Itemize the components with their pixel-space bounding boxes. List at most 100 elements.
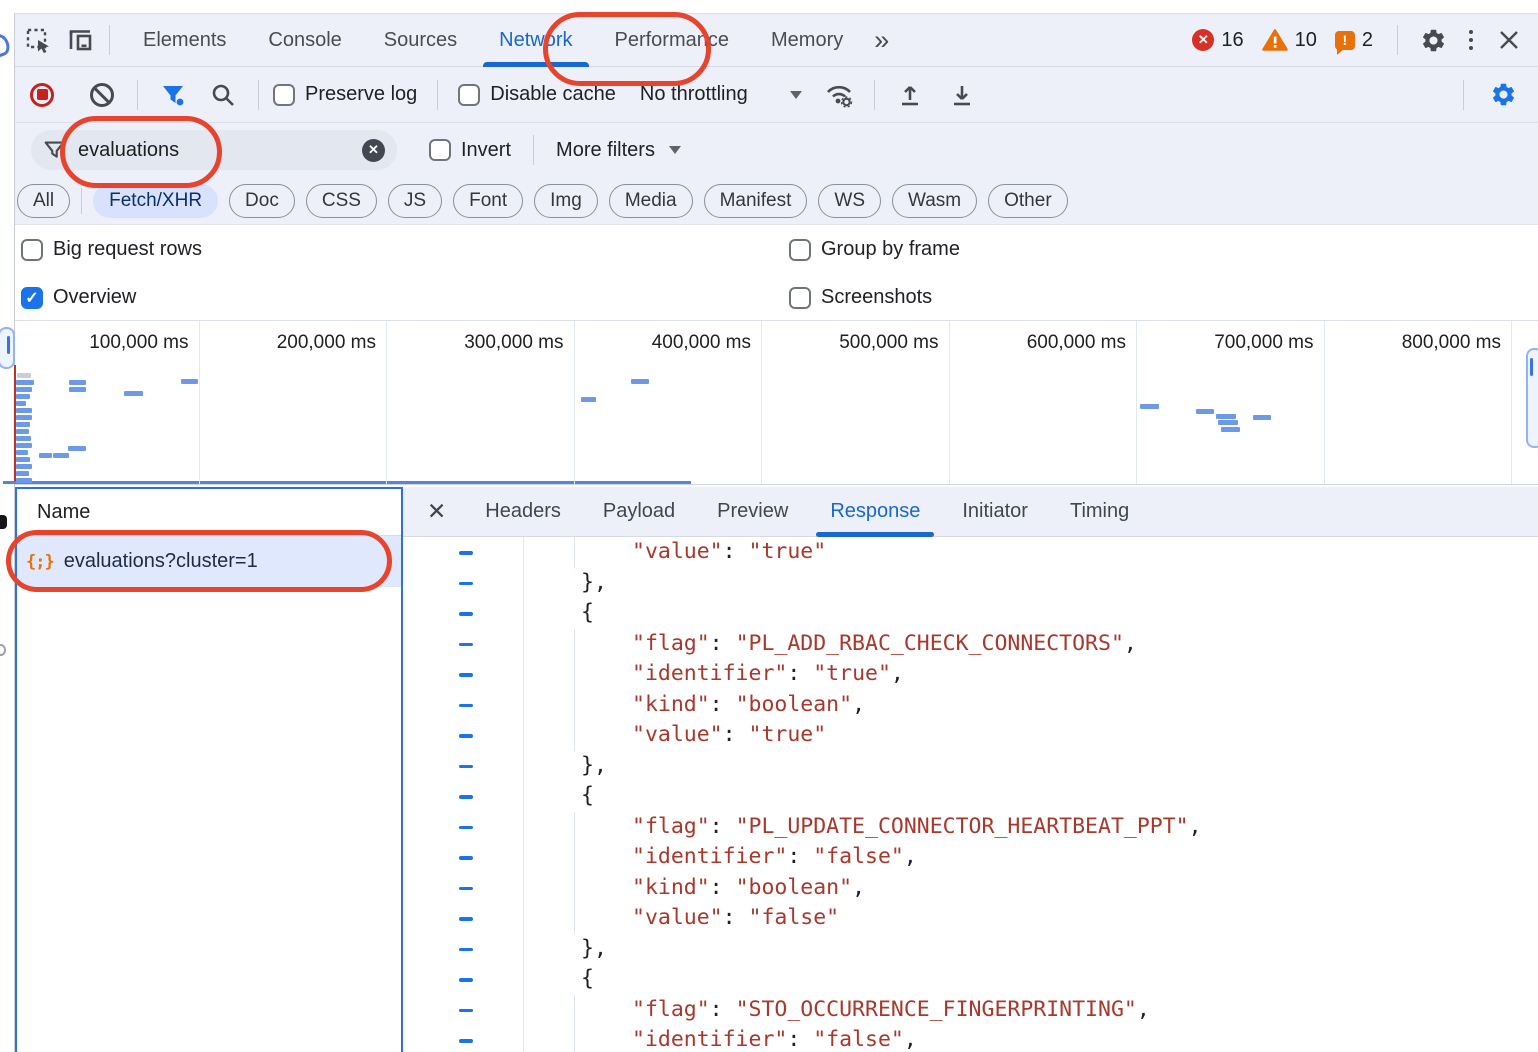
detail-tab-preview[interactable]: Preview [696,487,809,537]
big-request-rows-checkbox[interactable] [21,239,43,261]
fetch-json-icon: {;} [26,552,54,572]
response-line: "flag": "PL_UPDATE_CONNECTOR_HEARTBEAT_P… [403,812,1538,843]
detail-tab-initiator[interactable]: Initiator [941,487,1049,537]
overview-right-handle[interactable] [1526,348,1538,448]
line-fold-marker[interactable] [459,643,473,647]
overview-option[interactable]: ✓ Overview [21,286,136,309]
type-chip-js[interactable]: JS [388,184,442,218]
close-details-button[interactable]: ✕ [403,498,464,525]
screenshots-option[interactable]: Screenshots [789,286,932,309]
import-har-button[interactable] [889,75,931,115]
network-conditions-button[interactable] [818,75,860,115]
filter-toggle-button[interactable] [152,75,194,115]
main-tab-console[interactable]: Console [247,14,362,67]
name-column-header[interactable]: Name [17,489,401,536]
record-network-log-button[interactable] [21,75,63,115]
inspect-element-button[interactable] [17,20,59,60]
detail-tab-response[interactable]: Response [809,487,941,537]
throttling-select[interactable]: No throttling [640,83,802,106]
close-devtools-button[interactable] [1488,20,1530,60]
network-filter-input[interactable]: evaluations ✕ [31,130,397,170]
invert-option[interactable]: Invert [429,139,511,162]
line-fold-marker[interactable] [459,673,473,677]
line-fold-marker[interactable] [459,612,473,616]
response-line: "identifier": "false", [403,1025,1538,1052]
type-chip-other[interactable]: Other [988,184,1068,218]
line-fold-marker[interactable] [459,795,473,799]
disable-cache-checkbox[interactable] [458,84,480,106]
line-fold-marker[interactable] [459,856,473,860]
request-row-selected[interactable]: {;} evaluations?cluster=1 [17,536,401,587]
line-fold-marker[interactable] [459,582,473,586]
type-chip-wasm[interactable]: Wasm [892,184,977,218]
indent-guide [574,720,575,751]
gear-icon [1420,27,1447,54]
detail-tab-payload[interactable]: Payload [582,487,696,537]
line-fold-marker[interactable] [459,734,473,738]
overview-checkbox[interactable]: ✓ [21,287,43,309]
clear-network-log-button[interactable] [81,75,123,115]
request-timeline-bar [124,391,143,396]
line-fold-marker[interactable] [459,978,473,982]
warning-badge-icon[interactable] [1262,29,1288,51]
network-overview-timeline[interactable]: 100,000 ms200,000 ms300,000 ms400,000 ms… [15,321,1538,485]
type-chip-css[interactable]: CSS [306,184,377,218]
overflow-menu-button[interactable] [1454,20,1488,60]
type-chip-media[interactable]: Media [609,184,693,218]
error-badge-icon[interactable]: ✕ [1192,29,1214,51]
preserve-log-checkbox[interactable] [273,84,295,106]
big-request-rows-option[interactable]: Big request rows [21,238,202,261]
overview-left-handle[interactable] [0,327,15,369]
line-fold-marker[interactable] [459,704,473,708]
main-tab-elements[interactable]: Elements [122,14,247,67]
more-filters-dropdown[interactable]: More filters [556,139,681,162]
throttling-value: No throttling [640,83,748,106]
response-body-viewer[interactable]: "value": "true"},{"flag": "PL_ADD_RBAC_C… [403,537,1538,1052]
line-fold-marker[interactable] [459,917,473,921]
search-button[interactable] [202,75,244,115]
indent-guide [574,690,575,721]
disable-cache-label: Disable cache [490,83,616,106]
network-settings-button[interactable] [1482,75,1524,115]
invert-checkbox[interactable] [429,139,451,161]
line-fold-marker[interactable] [459,1009,473,1013]
type-chip-font[interactable]: Font [453,184,523,218]
more-tabs-button[interactable]: » [864,25,897,56]
main-tab-performance[interactable]: Performance [594,14,751,67]
main-tab-sources[interactable]: Sources [363,14,478,67]
type-chip-img[interactable]: Img [534,184,598,218]
line-fold-marker[interactable] [459,826,473,830]
preserve-log-option[interactable]: Preserve log [273,83,417,106]
line-fold-marker[interactable] [459,1039,473,1043]
group-by-frame-checkbox[interactable] [789,239,811,261]
line-fold-marker[interactable] [459,551,473,555]
type-chip-fetch-xhr[interactable]: Fetch/XHR [93,184,218,218]
inspect-cursor-icon [25,27,52,54]
line-fold-marker[interactable] [459,765,473,769]
settings-button[interactable] [1412,20,1454,60]
type-chip-doc[interactable]: Doc [229,184,295,218]
export-har-button[interactable] [941,75,983,115]
devtools-panel: ElementsConsoleSourcesNetworkPerformance… [14,13,1538,1052]
main-tab-memory[interactable]: Memory [750,14,864,67]
line-fold-marker[interactable] [459,948,473,952]
timeline-tick-label: 100,000 ms [89,332,188,354]
group-by-frame-option[interactable]: Group by frame [789,238,960,261]
search-icon [210,82,236,108]
type-chip-ws[interactable]: WS [818,184,881,218]
more-filters-label: More filters [556,139,655,162]
type-chip-all[interactable]: All [17,184,70,218]
indent-guide [574,842,575,873]
clear-filter-button[interactable]: ✕ [362,139,385,162]
response-line: "kind": "boolean", [403,873,1538,904]
disable-cache-option[interactable]: Disable cache [458,83,616,106]
main-tab-network[interactable]: Network [478,14,593,67]
issues-badge-icon[interactable]: ! [1335,31,1355,50]
detail-tab-headers[interactable]: Headers [464,487,582,537]
line-fold-marker[interactable] [459,887,473,891]
detail-tab-timing[interactable]: Timing [1049,487,1150,537]
screenshots-checkbox[interactable] [789,287,811,309]
device-toolbar-button[interactable] [59,20,101,60]
timeline-tick-label: 500,000 ms [839,332,938,354]
type-chip-manifest[interactable]: Manifest [704,184,808,218]
